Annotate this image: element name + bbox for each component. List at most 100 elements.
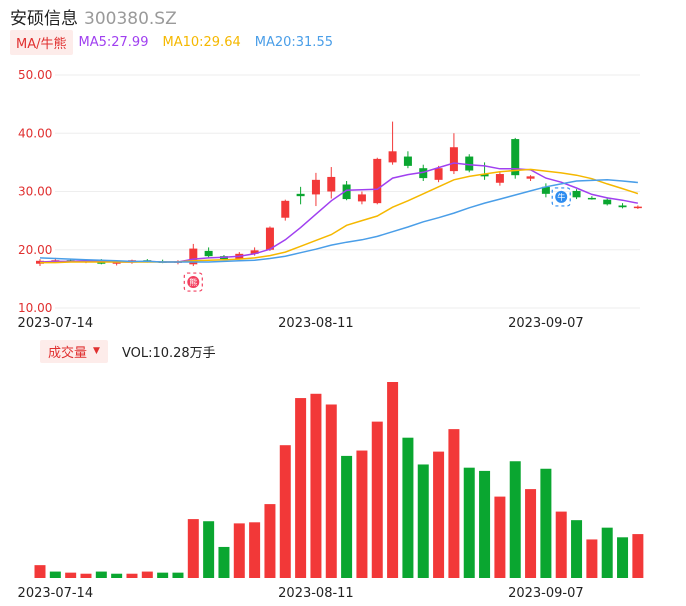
- volume-bar[interactable]: [126, 573, 138, 578]
- candle[interactable]: [357, 191, 366, 205]
- bull-icon[interactable]: 牛: [551, 187, 571, 207]
- candle[interactable]: [296, 186, 305, 205]
- price-chart: 10.00 20.00 30.00 40.00 50.00 熊 牛 2023-07-14 202…: [18, 68, 642, 331]
- volume-bar[interactable]: [172, 572, 184, 578]
- volume-bar[interactable]: [65, 572, 77, 578]
- volume-bar[interactable]: [233, 523, 245, 578]
- bear-icon[interactable]: 熊: [183, 272, 203, 292]
- volume-bar[interactable]: [325, 404, 337, 578]
- volume-bar[interactable]: [141, 571, 153, 578]
- volume-bar[interactable]: [525, 489, 537, 578]
- x-tick-label: 2023-09-07: [508, 586, 584, 601]
- candle[interactable]: [511, 137, 520, 179]
- volume-bar[interactable]: [157, 572, 169, 578]
- candle-body: [449, 147, 458, 172]
- volume-bar[interactable]: [341, 455, 353, 578]
- candle[interactable]: [495, 172, 504, 186]
- volume-bar[interactable]: [295, 398, 307, 578]
- candle[interactable]: [388, 121, 397, 165]
- candle[interactable]: [281, 199, 290, 221]
- candle-body: [373, 158, 382, 204]
- volume-bar[interactable]: [387, 382, 399, 578]
- candle-body: [618, 205, 627, 208]
- x-tick-label: 2023-09-07: [508, 316, 584, 331]
- candle-body: [572, 190, 581, 198]
- candle[interactable]: [403, 151, 412, 169]
- x-tick-label: 2023-07-14: [18, 316, 94, 331]
- volume-bar[interactable]: [617, 537, 629, 578]
- candle-body: [633, 206, 642, 209]
- volume-bar[interactable]: [540, 468, 552, 578]
- volume-bar[interactable]: [632, 534, 644, 578]
- volume-bar[interactable]: [494, 496, 506, 578]
- volume-bar[interactable]: [402, 437, 414, 578]
- candle[interactable]: [572, 189, 581, 200]
- volume-bar[interactable]: [417, 464, 429, 578]
- y-tick-label: 40.00: [18, 126, 52, 140]
- volume-bar[interactable]: [555, 511, 567, 578]
- candle-body: [281, 200, 290, 218]
- x-tick-label: 2023-07-14: [18, 586, 94, 601]
- volume-bar[interactable]: [586, 539, 598, 578]
- volume-bar[interactable]: [111, 573, 123, 578]
- candle[interactable]: [633, 205, 642, 209]
- candle-body: [265, 227, 274, 250]
- candle[interactable]: [587, 196, 596, 200]
- volume-bar[interactable]: [203, 521, 215, 578]
- x-tick-label: 2023-08-11: [278, 586, 354, 601]
- volume-bar[interactable]: [187, 519, 199, 578]
- candle-body: [603, 199, 612, 205]
- candle[interactable]: [373, 157, 382, 205]
- y-tick-label: 20.00: [18, 243, 52, 257]
- volume-bar[interactable]: [34, 565, 46, 578]
- y-tick-label: 30.00: [18, 185, 52, 199]
- volume-bar[interactable]: [463, 467, 475, 578]
- candle[interactable]: [465, 154, 474, 173]
- caret-down-icon: ▼: [93, 346, 100, 356]
- volume-bar[interactable]: [601, 527, 613, 578]
- candle-body: [465, 156, 474, 171]
- volume-bar[interactable]: [310, 393, 322, 578]
- candle-body: [434, 168, 443, 180]
- volume-bar[interactable]: [249, 522, 261, 578]
- candle[interactable]: [449, 133, 458, 175]
- ma10-line: [40, 168, 639, 264]
- volume-bar[interactable]: [479, 470, 491, 578]
- volume-bar[interactable]: [218, 546, 230, 578]
- volume-value: VOL:10.28万手: [121, 345, 216, 361]
- candle[interactable]: [204, 247, 213, 258]
- candle[interactable]: [311, 172, 320, 207]
- candle-body: [587, 197, 596, 200]
- volume-bar[interactable]: [509, 461, 521, 578]
- candle[interactable]: [541, 183, 550, 198]
- volume-bar[interactable]: [571, 520, 583, 578]
- candle[interactable]: [327, 167, 336, 199]
- y-tick-label: 50.00: [18, 68, 52, 82]
- ma5-line: [39, 162, 639, 263]
- candle-body: [526, 176, 535, 179]
- volume-indicator-label: 成交量: [48, 345, 88, 361]
- volume-bar[interactable]: [448, 429, 460, 578]
- volume-indicator-button[interactable]: 成交量 ▼: [40, 339, 108, 363]
- volume-bar[interactable]: [371, 421, 383, 578]
- volume-bar[interactable]: [356, 450, 368, 578]
- candle-body: [327, 176, 336, 192]
- candle-body: [204, 250, 213, 257]
- volume-bar[interactable]: [80, 573, 92, 578]
- candle-body: [296, 193, 305, 197]
- candle-body: [495, 174, 504, 183]
- marker-glyph: 熊: [189, 277, 197, 287]
- candle-body: [311, 179, 320, 195]
- marker-glyph: 牛: [557, 192, 565, 202]
- y-tick-label: 10.00: [18, 301, 52, 315]
- volume-bar[interactable]: [95, 571, 107, 578]
- volume-bar[interactable]: [433, 451, 445, 578]
- volume-bar[interactable]: [49, 571, 61, 578]
- volume-legend: 成交量 ▼ VOL:10.28万手: [40, 339, 216, 363]
- volume-bar[interactable]: [264, 504, 276, 578]
- candle[interactable]: [526, 175, 535, 182]
- candle-body: [357, 194, 366, 202]
- candle[interactable]: [618, 203, 627, 209]
- volume-bar[interactable]: [279, 445, 291, 578]
- candle-body: [388, 151, 397, 163]
